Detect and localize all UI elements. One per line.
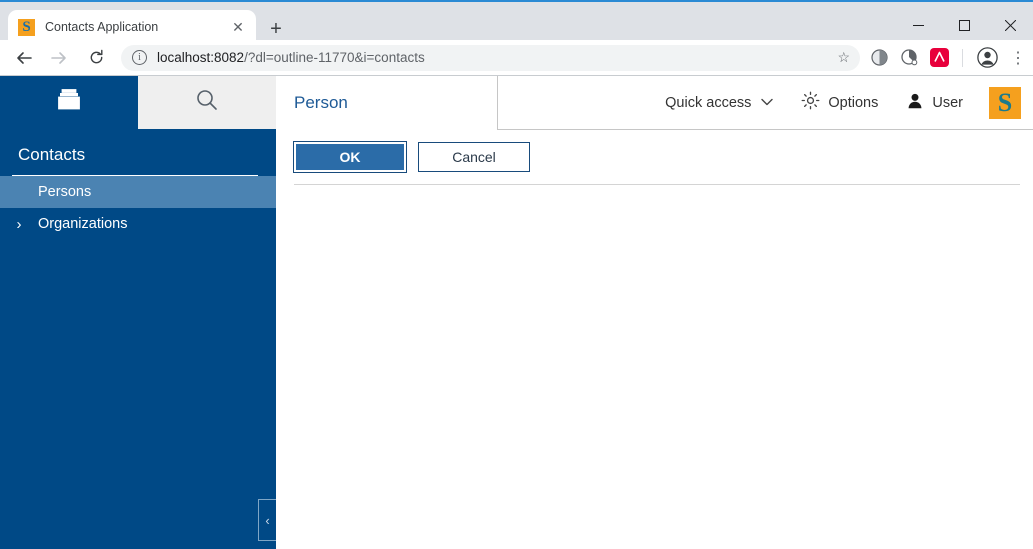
app-logo: S <box>989 86 1021 119</box>
extension-icon-2[interactable] <box>896 45 922 71</box>
tab-strip: S Contacts Application ✕ + <box>0 4 1033 44</box>
url-host: localhost:8082 <box>157 50 245 65</box>
user-label: User <box>932 94 963 111</box>
reload-icon[interactable] <box>81 43 111 73</box>
extension-icons: ⋮ <box>866 44 1033 72</box>
sidebar-item-label: Persons <box>38 184 92 200</box>
bookmark-star-icon[interactable]: ☆ <box>829 49 850 66</box>
tab-close-icon[interactable]: ✕ <box>228 17 248 37</box>
address-bar[interactable]: i localhost:8082/?dl=outline-11770&i=con… <box>121 44 860 71</box>
site-info-icon[interactable]: i <box>132 50 147 65</box>
app-header-right: Quick access Options User S <box>498 76 1033 130</box>
page-title: Person <box>294 93 348 112</box>
gear-icon <box>801 91 820 114</box>
browser-menu-icon[interactable]: ⋮ <box>1005 44 1031 72</box>
window-controls <box>895 6 1033 44</box>
forward-arrow-icon <box>44 43 74 73</box>
tab-title: Contacts Application <box>45 20 159 34</box>
quick-access-label: Quick access <box>665 94 752 111</box>
page-viewport: Contacts Persons › Organizations ‹ Perso… <box>0 76 1033 549</box>
content-area: Person Quick access Options User S OK Ca… <box>276 76 1033 549</box>
options-label: Options <box>828 94 879 111</box>
options-button[interactable]: Options <box>787 85 892 121</box>
sidebar-title: Contacts <box>18 145 86 164</box>
person-icon <box>906 92 924 114</box>
content-divider <box>294 184 1020 185</box>
url-text: localhost:8082/?dl=outline-11770&i=conta… <box>157 50 425 65</box>
sidebar-item-persons[interactable]: Persons <box>0 176 276 208</box>
search-icon <box>195 88 219 117</box>
app-root: S Contacts Application ✕ + i localhost:8… <box>0 0 1033 549</box>
browser-tab[interactable]: S Contacts Application ✕ <box>8 10 256 44</box>
app-header-left: Person <box>276 76 498 130</box>
favicon-letter: S <box>22 18 31 35</box>
sidebar-collapse-button[interactable]: ‹ <box>258 499 276 541</box>
extension-icon-1[interactable] <box>866 45 892 71</box>
browser-titlebar: S Contacts Application ✕ + <box>0 0 1033 44</box>
browser-toolbar: i localhost:8082/?dl=outline-11770&i=con… <box>0 40 1033 76</box>
toolbar-divider <box>962 48 963 67</box>
chevron-down-icon <box>761 97 774 109</box>
cancel-button[interactable]: Cancel <box>418 142 530 172</box>
window-minimize-icon[interactable] <box>895 6 941 44</box>
sidebar-tabs <box>0 76 276 129</box>
back-arrow-icon[interactable] <box>9 43 39 73</box>
sidebar-item-label: Organizations <box>38 216 128 232</box>
quick-access-menu[interactable]: Quick access <box>651 85 787 121</box>
sidebar-tab-search[interactable] <box>138 76 276 129</box>
new-tab-button[interactable]: + <box>262 15 290 43</box>
extension-icon-3[interactable] <box>926 45 952 71</box>
form-button-bar: OK Cancel <box>276 130 1033 173</box>
window-close-icon[interactable] <box>987 6 1033 44</box>
app-logo-letter: S <box>997 87 1013 117</box>
sidebar: Contacts Persons › Organizations ‹ <box>0 76 276 549</box>
tab-favicon-icon: S <box>18 18 35 36</box>
archive-box-icon <box>54 87 84 118</box>
user-menu[interactable]: User <box>892 85 977 121</box>
url-path: /?dl=outline-11770&i=contacts <box>244 50 425 65</box>
chevron-right-icon: › <box>16 215 22 233</box>
app-header: Person Quick access Options User S <box>276 76 1033 130</box>
window-maximize-icon[interactable] <box>941 6 987 44</box>
profile-avatar-icon[interactable] <box>973 44 1001 72</box>
ok-button[interactable]: OK <box>293 141 407 173</box>
sidebar-item-organizations[interactable]: › Organizations <box>0 208 276 240</box>
sidebar-tab-archive[interactable] <box>0 76 138 129</box>
